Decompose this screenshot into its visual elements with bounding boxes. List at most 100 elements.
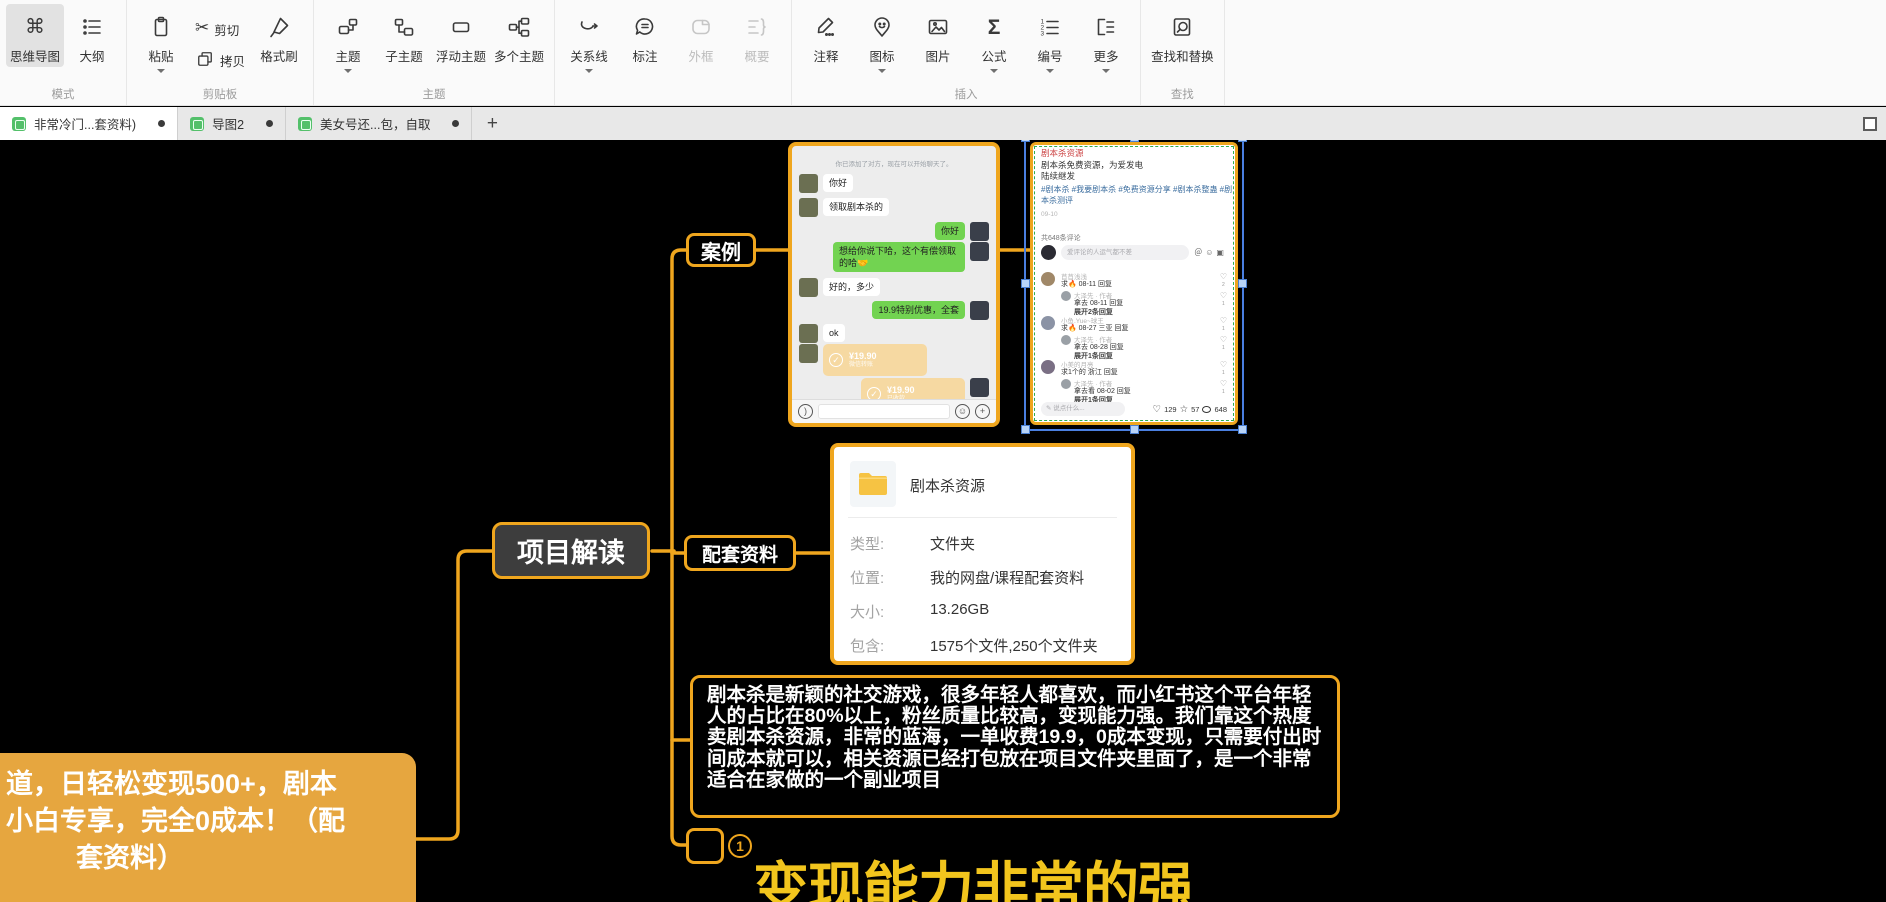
comment-input[interactable]: 爱评论的人运气都不差 bbox=[1061, 245, 1189, 260]
heart-icon[interactable]: ♡ bbox=[1153, 404, 1162, 415]
like-icon[interactable]: ♡1 bbox=[1220, 292, 1227, 308]
toolbar-button-format-painter[interactable]: 格式刷 bbox=[251, 4, 307, 67]
chat-message-row: ok bbox=[799, 324, 989, 343]
selection-handle[interactable] bbox=[1130, 425, 1139, 434]
toolbar-button-label: 多个主题 bbox=[494, 46, 544, 65]
folder-tile bbox=[850, 461, 896, 507]
toolbar-button-outline[interactable]: 大纲 bbox=[64, 4, 120, 67]
toolbar-button-equation[interactable]: Σ 公式 bbox=[966, 4, 1022, 75]
avatar bbox=[1041, 360, 1055, 374]
voice-icon[interactable]: ) bbox=[798, 404, 813, 419]
selection-handle[interactable] bbox=[1238, 279, 1247, 288]
description-text-node[interactable]: 剧本杀是新颖的社交游戏，很多年轻人都喜欢，而小红书这个平台年轻人的占比在80%以… bbox=[690, 675, 1340, 818]
toolbar-button-boundary[interactable]: 外框 bbox=[673, 4, 729, 67]
comment-bubble-icon[interactable] bbox=[1202, 406, 1211, 413]
toolbar-button-find-replace[interactable]: 查找和替换 bbox=[1147, 4, 1218, 67]
more-panel-icon bbox=[1094, 12, 1118, 42]
wechat-chat-image-node[interactable]: 你已添加了对方，现在可以开始聊天了。 你好 领取剧本杀的 你好 想给你说下哈，这… bbox=[788, 142, 1000, 427]
like-icon[interactable]: ♡1 bbox=[1220, 317, 1227, 333]
toolbar-button-label: 公式 bbox=[982, 46, 1007, 65]
emoji-icon[interactable]: ☺ bbox=[955, 404, 970, 419]
selection-handle[interactable] bbox=[1021, 140, 1030, 142]
panel-toggle-icon[interactable] bbox=[1863, 117, 1877, 131]
toolbar-button-label: 图片 bbox=[926, 46, 951, 65]
chat-bubble: 领取剧本杀的 bbox=[823, 198, 889, 216]
avatar bbox=[799, 344, 818, 363]
comment-item: 小鱼.Yue~球王 求🔥 08-27 三亚 回复 大泽先 · 作者 拿去 08-… bbox=[1041, 315, 1227, 359]
toolbar-button-label: 查找和替换 bbox=[1151, 46, 1214, 65]
selection-handle[interactable] bbox=[1238, 140, 1247, 142]
chevron-down-icon bbox=[990, 69, 998, 73]
comment-input-row: 爱评论的人运气都不差 ＠☺▣ bbox=[1041, 245, 1227, 260]
comment-input-icons[interactable]: ＠☺▣ bbox=[1194, 247, 1227, 258]
toolbar-button-copy[interactable]: 拷贝 bbox=[195, 47, 245, 70]
toolbar-button-topic[interactable]: 主题 bbox=[320, 4, 376, 75]
unsaved-dot-icon[interactable] bbox=[266, 120, 273, 127]
topic-node-project[interactable]: 项目解读 bbox=[492, 522, 650, 579]
comment-text: 求🔥 08-11 回复 bbox=[1061, 279, 1112, 289]
topic-icon bbox=[336, 12, 360, 42]
tab-document-3[interactable]: 美女号还...包，自取 bbox=[286, 107, 472, 140]
say-something-input[interactable]: ✎ 说点什么... bbox=[1041, 402, 1125, 416]
post-text-line: 陆续继发 bbox=[1041, 170, 1075, 182]
check-icon: ✓ bbox=[829, 353, 843, 367]
toolbar-button-callout[interactable]: 标注 bbox=[617, 4, 673, 67]
toolbar-button-paste[interactable]: 粘贴 bbox=[133, 4, 189, 75]
transfer-amount: ¥19.90 bbox=[849, 351, 877, 361]
big-topic-text[interactable]: 变现能力非常的强 bbox=[753, 844, 1193, 902]
toolbar-button-image[interactable]: 图片 bbox=[910, 4, 966, 67]
toolbar-group-mode: ⌘ 思维导图 大纲 模式 bbox=[0, 0, 127, 105]
like-icon[interactable]: ♡1 bbox=[1220, 380, 1227, 396]
topic-node-case[interactable]: 案例 bbox=[686, 233, 756, 267]
post-stats: ♡129 ☆57 648 bbox=[1129, 404, 1227, 415]
toolbar-button-marker[interactable]: 图标 bbox=[854, 4, 910, 75]
toolbar-button-more[interactable]: 更多 bbox=[1078, 4, 1134, 75]
empty-topic-node[interactable] bbox=[686, 828, 724, 864]
toolbar-button-multiple-topics[interactable]: 多个主题 bbox=[490, 4, 548, 67]
toolbar-button-numbering[interactable]: 123 编号 bbox=[1022, 4, 1078, 75]
paste-icon bbox=[149, 12, 173, 42]
plus-icon[interactable]: + bbox=[975, 404, 990, 419]
chat-bubble: ok bbox=[823, 324, 845, 342]
transfer-amount: ¥19.90 bbox=[887, 385, 915, 395]
toolbar-button-mindmap[interactable]: ⌘ 思维导图 bbox=[6, 4, 64, 67]
sigma-icon: Σ bbox=[988, 12, 1001, 42]
like-icon[interactable]: ♡1 bbox=[1220, 336, 1227, 352]
unsaved-dot-icon[interactable] bbox=[158, 120, 165, 127]
topic-node-materials[interactable]: 配套资料 bbox=[684, 535, 796, 571]
transfer-label: 微信转账 bbox=[849, 361, 877, 369]
toolbar-button-relationship-line[interactable]: 关系线 bbox=[561, 4, 617, 75]
tab-document-2[interactable]: 导图2 bbox=[178, 107, 286, 140]
subtopic-icon bbox=[392, 12, 416, 42]
selection-handle[interactable] bbox=[1021, 279, 1030, 288]
numbering-badge[interactable]: 1 bbox=[728, 834, 752, 858]
selection-handle[interactable] bbox=[1238, 425, 1247, 434]
new-tab-button[interactable]: + bbox=[472, 107, 512, 140]
toolbar-button-subtopic[interactable]: 子主题 bbox=[376, 4, 432, 67]
unsaved-dot-icon[interactable] bbox=[452, 120, 459, 127]
chevron-down-icon bbox=[878, 69, 886, 73]
toolbar-stack-cut-copy: ✂ 剪切 拷贝 bbox=[189, 4, 251, 70]
avatar bbox=[799, 324, 818, 343]
like-icon[interactable]: ♡1 bbox=[1220, 361, 1227, 377]
file-info-card-node[interactable]: 剧本杀资源 类型: 文件夹 位置: 我的网盘/课程配套资料 大小: 13.26G… bbox=[830, 443, 1135, 665]
toolbar-button-floating-topic[interactable]: 浮动主题 bbox=[432, 4, 490, 67]
star-icon[interactable]: ☆ bbox=[1180, 404, 1189, 415]
tab-document-1[interactable]: 非常冷门...套资料) bbox=[0, 107, 178, 140]
mindmap-canvas[interactable]: 道，日轻松变现500+，剧本 小白专享，完全0成本！（配 套资料） 项目解读 案… bbox=[0, 140, 1886, 902]
like-icon[interactable]: ♡2 bbox=[1220, 273, 1227, 289]
toolbar-button-summary[interactable]: 概要 bbox=[729, 4, 785, 67]
root-topic-text: 小白专享，完全0成本！（配 bbox=[6, 803, 416, 840]
file-attr-label: 类型: bbox=[850, 533, 922, 554]
root-topic-node[interactable]: 道，日轻松变现500+，剧本 小白专享，完全0成本！（配 套资料） bbox=[0, 753, 416, 902]
toolbar-button-label: 粘贴 bbox=[149, 46, 174, 65]
toolbar-button-note[interactable]: 注释 bbox=[798, 4, 854, 67]
file-name: 剧本杀资源 bbox=[910, 475, 985, 496]
chat-input-field[interactable] bbox=[818, 404, 950, 419]
xiaohongshu-post-image-node[interactable]: 剧本杀资源 剧本杀免费资源，为爱发电 陆续继发 #剧本杀 #我要剧本杀 #免费资… bbox=[1030, 142, 1238, 425]
chat-bubble: 想给你说下哈，这个有偿领取的哈🤝 bbox=[833, 242, 965, 272]
find-replace-icon bbox=[1170, 12, 1194, 42]
toolbar-button-cut[interactable]: ✂ 剪切 bbox=[195, 16, 245, 39]
selection-handle[interactable] bbox=[1021, 425, 1030, 434]
toolbar-button-label: 图标 bbox=[870, 46, 895, 65]
